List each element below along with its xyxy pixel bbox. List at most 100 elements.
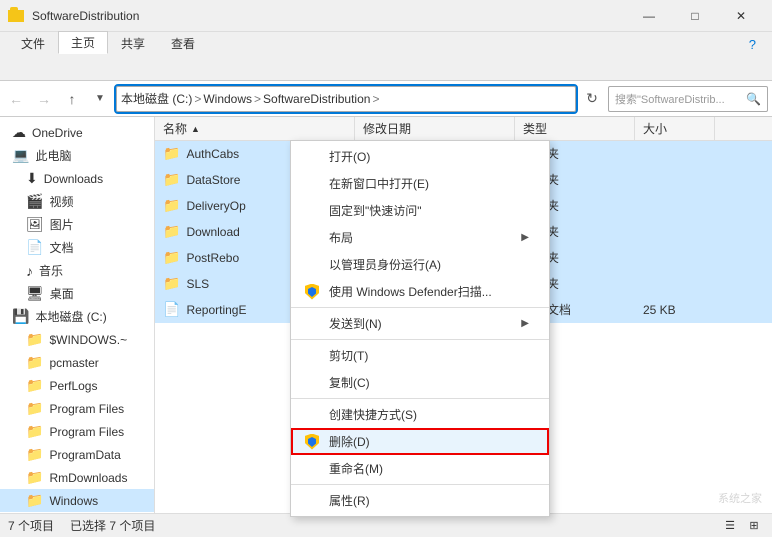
context-menu: 打开(O)在新窗口中打开(E)固定到"快速访问"布局▶以管理员身份运行(A) 使… bbox=[290, 140, 550, 517]
sidebar-icon-14: 📁 bbox=[26, 446, 43, 463]
file-list-header: 名称 ▲ 修改日期 类型 大小 bbox=[155, 117, 772, 141]
ctx-item-13[interactable]: 删除(D) bbox=[291, 428, 549, 455]
minimize-button[interactable]: — bbox=[626, 0, 672, 32]
sidebar-item-8[interactable]: 💾本地磁盘 (C:) bbox=[0, 305, 154, 328]
folder-icon: 📁 bbox=[163, 171, 180, 188]
sidebar-item-7[interactable]: 🖥 桌面 bbox=[0, 282, 154, 305]
path-part-2[interactable]: SoftwareDistribution bbox=[263, 92, 370, 106]
sidebar-icon-7: 🖥 bbox=[26, 285, 44, 302]
file-size-4 bbox=[635, 245, 715, 270]
title-bar-icons bbox=[8, 8, 24, 24]
ctx-divider-8 bbox=[291, 339, 549, 340]
recent-locations-button[interactable]: ▼ bbox=[88, 87, 112, 111]
ctx-item-9[interactable]: 剪切(T) bbox=[291, 342, 549, 369]
file-size-3 bbox=[635, 219, 715, 244]
sidebar-icon-4: 🖼 bbox=[26, 216, 44, 233]
tab-share[interactable]: 共享 bbox=[108, 32, 158, 54]
details-view-button[interactable]: ☰ bbox=[720, 516, 740, 536]
col-header-type[interactable]: 类型 bbox=[515, 117, 635, 140]
sidebar-label-5: 文档 bbox=[49, 239, 73, 256]
ctx-label-2: 固定到"快速访问" bbox=[329, 202, 422, 219]
ctx-item-2[interactable]: 固定到"快速访问" bbox=[291, 197, 549, 224]
sidebar-item-14[interactable]: 📁 ProgramData bbox=[0, 443, 154, 466]
ribbon: 文件 主页 共享 查看 ? bbox=[0, 32, 772, 81]
sidebar-label-4: 图片 bbox=[50, 216, 74, 233]
ctx-item-3[interactable]: 布局▶ bbox=[291, 224, 549, 251]
sidebar-item-0[interactable]: ☁OneDrive bbox=[0, 121, 154, 144]
sidebar-label-2: Downloads bbox=[44, 172, 103, 186]
title-bar: SoftwareDistribution — □ ✕ bbox=[0, 0, 772, 32]
sidebar-item-15[interactable]: 📁RmDownloads bbox=[0, 466, 154, 489]
ctx-item-1[interactable]: 在新窗口中打开(E) bbox=[291, 170, 549, 197]
sidebar-item-4[interactable]: 🖼 图片 bbox=[0, 213, 154, 236]
tab-file[interactable]: 文件 bbox=[8, 32, 58, 54]
window-title: SoftwareDistribution bbox=[32, 9, 626, 23]
sidebar-item-10[interactable]: 📁pcmaster bbox=[0, 351, 154, 374]
back-button[interactable]: ← bbox=[4, 87, 28, 111]
address-path[interactable]: 本地磁盘 (C:) > Windows > SoftwareDistributi… bbox=[116, 86, 576, 112]
sidebar-label-3: 视频 bbox=[49, 193, 73, 210]
selected-count: 已选择 7 个项目 bbox=[70, 517, 155, 534]
ctx-item-5[interactable]: 使用 Windows Defender扫描... bbox=[291, 278, 549, 305]
col-header-date[interactable]: 修改日期 bbox=[355, 117, 515, 140]
sidebar-item-5[interactable]: 📄 文档 bbox=[0, 236, 154, 259]
file-size-5 bbox=[635, 271, 715, 296]
close-button[interactable]: ✕ bbox=[718, 0, 764, 32]
ctx-label-3: 布局 bbox=[329, 229, 353, 246]
sidebar-label-1: 此电脑 bbox=[35, 147, 71, 164]
ctx-item-4[interactable]: 以管理员身份运行(A) bbox=[291, 251, 549, 278]
help-button[interactable]: ? bbox=[741, 35, 764, 54]
ctx-item-12[interactable]: 创建快捷方式(S) bbox=[291, 401, 549, 428]
sidebar-label-15: RmDownloads bbox=[49, 471, 127, 485]
col-header-size[interactable]: 大小 bbox=[635, 117, 715, 140]
ctx-item-7[interactable]: 发送到(N) ▶ bbox=[291, 310, 549, 337]
search-box[interactable]: 搜索"SoftwareDistrib... 🔍 bbox=[608, 86, 768, 112]
forward-button[interactable]: → bbox=[32, 87, 56, 111]
sidebar-item-3[interactable]: 🎬 视频 bbox=[0, 190, 154, 213]
ctx-divider-15 bbox=[291, 484, 549, 485]
ctx-label-1: 在新窗口中打开(E) bbox=[329, 175, 429, 192]
folder-icon: 📁 bbox=[163, 197, 180, 214]
sidebar-icon-5: 📄 bbox=[26, 239, 43, 256]
sidebar-label-7: 桌面 bbox=[50, 285, 74, 302]
sidebar-label-6: 音乐 bbox=[39, 262, 63, 279]
sidebar-item-12[interactable]: 📁Program Files bbox=[0, 397, 154, 420]
sidebar-label-13: Program Files bbox=[49, 425, 124, 439]
ctx-item-10[interactable]: 复制(C) bbox=[291, 369, 549, 396]
folder-icon: 📁 bbox=[163, 249, 180, 266]
window-icon bbox=[8, 8, 24, 24]
maximize-button[interactable]: □ bbox=[672, 0, 718, 32]
sidebar-label-11: PerfLogs bbox=[49, 379, 97, 393]
tab-home[interactable]: 主页 bbox=[58, 31, 108, 54]
large-icon-view-button[interactable]: ⊞ bbox=[744, 516, 764, 536]
sidebar-icon-6: ♪ bbox=[26, 263, 33, 279]
col-header-name[interactable]: 名称 ▲ bbox=[155, 117, 355, 140]
ctx-label-0: 打开(O) bbox=[329, 148, 370, 165]
sidebar: ☁OneDrive💻此电脑⬇Downloads 🎬 视频 🖼 图片 📄 文档 ♪ 音乐 🖥 桌面 💾本… bbox=[0, 117, 155, 513]
ctx-label-7: 发送到(N) bbox=[329, 315, 382, 332]
ctx-item-0[interactable]: 打开(O) bbox=[291, 143, 549, 170]
file-size-0 bbox=[635, 141, 715, 166]
up-button[interactable]: ↑ bbox=[60, 87, 84, 111]
sidebar-item-13[interactable]: 📁Program Files bbox=[0, 420, 154, 443]
path-part-0[interactable]: 本地磁盘 (C:) bbox=[121, 90, 192, 107]
ctx-item-14[interactable]: 重命名(M) bbox=[291, 455, 549, 482]
sidebar-item-6[interactable]: ♪ 音乐 bbox=[0, 259, 154, 282]
ctx-label-4: 以管理员身份运行(A) bbox=[329, 256, 441, 273]
ribbon-content bbox=[0, 54, 772, 80]
path-part-1[interactable]: Windows bbox=[203, 92, 252, 106]
sidebar-icon-3: 🎬 bbox=[26, 193, 43, 210]
sidebar-item-1[interactable]: 💻此电脑 bbox=[0, 144, 154, 167]
refresh-button[interactable]: ↻ bbox=[580, 87, 604, 111]
sidebar-label-14: ProgramData bbox=[49, 448, 120, 462]
sidebar-item-11[interactable]: 📁PerfLogs bbox=[0, 374, 154, 397]
tab-view[interactable]: 查看 bbox=[158, 32, 208, 54]
folder-icon: 📁 bbox=[163, 223, 180, 240]
ctx-label-5: 使用 Windows Defender扫描... bbox=[329, 283, 492, 300]
ctx-item-16[interactable]: 属性(R) bbox=[291, 487, 549, 514]
sidebar-item-16[interactable]: 📁Windows bbox=[0, 489, 154, 512]
sidebar-item-9[interactable]: 📁$WINDOWS.~ bbox=[0, 328, 154, 351]
sidebar-item-2[interactable]: ⬇Downloads bbox=[0, 167, 154, 190]
ctx-arrow-7: ▶ bbox=[521, 318, 529, 329]
search-icon: 🔍 bbox=[746, 92, 761, 106]
